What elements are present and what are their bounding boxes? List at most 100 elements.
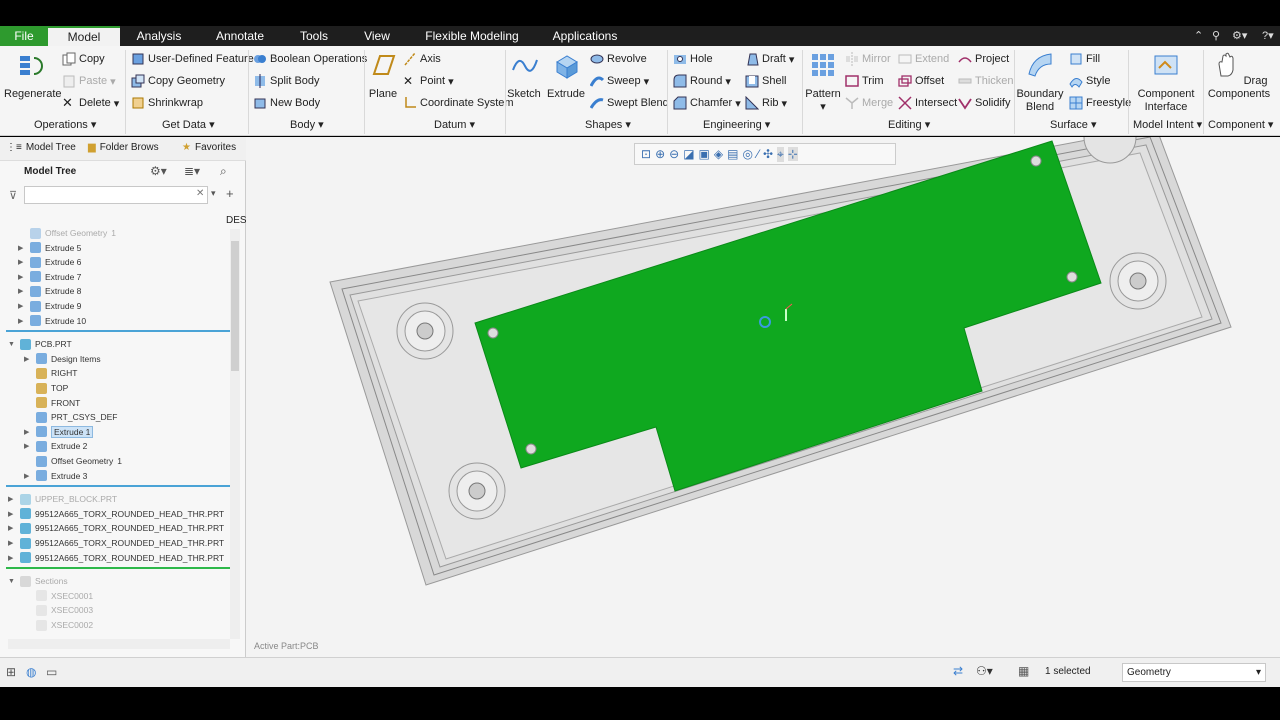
tree-scrollbar[interactable] bbox=[230, 229, 240, 639]
file-menu[interactable]: File bbox=[0, 26, 48, 46]
plane-button[interactable]: Plane bbox=[366, 50, 400, 101]
swept-blend-button[interactable]: Swept Blend bbox=[589, 94, 669, 112]
tree-item-part[interactable]: ▶ 99512A665_TORX_ROUNDED_HEAD_THR.PRT bbox=[8, 507, 224, 521]
fill-button[interactable]: Fill bbox=[1069, 50, 1100, 68]
tree-search-input[interactable] bbox=[24, 186, 208, 204]
paste-button[interactable]: Paste ▾ bbox=[62, 72, 116, 90]
tree-item-feature[interactable]: ▶ Extrude 5 bbox=[18, 241, 81, 255]
browser-icon[interactable]: ◍ bbox=[26, 665, 36, 679]
saved-orientations-icon[interactable]: ◈ bbox=[714, 147, 723, 161]
chamfer-button[interactable]: Chamfer ▾ bbox=[673, 94, 741, 112]
tree-settings-icon[interactable]: ⚙▾ bbox=[150, 164, 167, 178]
binoculars-icon[interactable]: ⚇▾ bbox=[976, 664, 993, 678]
group-surface[interactable]: Surface ▾ bbox=[1050, 118, 1097, 131]
group-model-intent[interactable]: Model Intent ▾ bbox=[1133, 118, 1202, 131]
thicken-button[interactable]: Thicken bbox=[958, 72, 1014, 90]
repaint-icon[interactable]: ◪ bbox=[683, 147, 694, 161]
solidify-button[interactable]: Solidify bbox=[958, 94, 1010, 112]
component-interface-button[interactable]: Component Interface bbox=[1132, 50, 1200, 114]
group-shapes[interactable]: Shapes ▾ bbox=[585, 118, 631, 131]
tree-item-part[interactable]: ▶ 99512A665_TORX_ROUNDED_HEAD_THR.PRT bbox=[8, 551, 224, 565]
offset-button[interactable]: Offset bbox=[898, 72, 944, 90]
hole-button[interactable]: Hole bbox=[673, 50, 713, 68]
expand-icon[interactable]: ▶ bbox=[8, 554, 16, 562]
tree-item-section[interactable]: XSEC0003 bbox=[24, 603, 93, 617]
expand-icon[interactable]: ▶ bbox=[18, 302, 26, 310]
clear-search-icon[interactable]: ✕ bbox=[196, 188, 204, 199]
pattern-button[interactable]: Pattern ▾ bbox=[804, 50, 842, 114]
display-style-icon[interactable]: ▣ bbox=[699, 147, 710, 161]
tree-item-feature[interactable]: ▶ Extrude 10 bbox=[18, 314, 86, 328]
boundary-blend-button[interactable]: Boundary Blend bbox=[1016, 50, 1064, 114]
mounting-boss[interactable] bbox=[1109, 252, 1167, 310]
scrollbar-thumb[interactable] bbox=[231, 241, 239, 371]
group-engineering[interactable]: Engineering ▾ bbox=[703, 118, 770, 131]
intersect-button[interactable]: Intersect bbox=[898, 94, 957, 112]
tree-item-feature[interactable]: ▶ Extrude 2 bbox=[24, 439, 87, 453]
datum-display-icon[interactable]: ⁄ bbox=[757, 147, 759, 161]
tree-item-feature[interactable]: ▶ Extrude 8 bbox=[18, 284, 81, 298]
tab-flexible-modeling[interactable]: Flexible Modeling bbox=[418, 26, 526, 46]
tab-tools[interactable]: Tools bbox=[292, 26, 336, 46]
tab-favorites[interactable]: ★ Favorites bbox=[182, 142, 236, 153]
tab-folder-browser[interactable]: ▆ Folder Brows bbox=[88, 142, 159, 153]
shell-button[interactable]: Shell bbox=[745, 72, 786, 90]
style-button[interactable]: Style bbox=[1069, 72, 1110, 90]
new-body-button[interactable]: New Body bbox=[253, 94, 320, 112]
tree-item-feature[interactable]: PRT_CSYS_DEF bbox=[24, 410, 117, 424]
split-body-button[interactable]: Split Body bbox=[253, 72, 320, 90]
show-navigator-icon[interactable]: ⊞ bbox=[6, 665, 16, 679]
spin-center-icon[interactable]: ⌖ bbox=[777, 146, 784, 162]
expand-icon[interactable]: ▶ bbox=[18, 258, 26, 266]
expand-icon[interactable]: ▶ bbox=[18, 244, 26, 252]
sweep-button[interactable]: Sweep ▾ bbox=[589, 72, 649, 90]
extend-button[interactable]: Extend bbox=[898, 50, 949, 68]
expand-icon[interactable]: ▶ bbox=[18, 273, 26, 281]
group-operations[interactable]: Operations ▾ bbox=[34, 118, 96, 131]
drag-components-button[interactable]: Drag Components bbox=[1206, 50, 1272, 101]
view-manager-icon[interactable]: ▤ bbox=[727, 147, 738, 161]
group-datum[interactable]: Datum ▾ bbox=[434, 118, 475, 131]
full-screen-icon[interactable]: ▭ bbox=[46, 665, 57, 679]
tree-item-feature[interactable]: ▶ Extrude 6 bbox=[18, 255, 81, 269]
group-editing[interactable]: Editing ▾ bbox=[888, 118, 930, 131]
tree-item-feature[interactable]: ▶ Extrude 3 bbox=[24, 469, 87, 483]
tree-item-part[interactable]: ▶ 99512A665_TORX_ROUNDED_HEAD_THR.PRT bbox=[8, 536, 224, 550]
tree-item-pcb-part[interactable]: ▼ PCB.PRT bbox=[8, 337, 72, 351]
delete-button[interactable]: ✕ Delete ▾ bbox=[62, 94, 119, 112]
tree-item-part[interactable]: ▶ UPPER_BLOCK.PRT bbox=[8, 492, 117, 506]
tree-item-section[interactable]: XSEC0002 bbox=[24, 618, 93, 632]
expand-icon[interactable]: ▶ bbox=[8, 539, 16, 547]
help-icon[interactable]: ?▾ bbox=[1262, 26, 1274, 46]
tab-annotate[interactable]: Annotate bbox=[208, 26, 272, 46]
group-component[interactable]: Component ▾ bbox=[1208, 118, 1273, 131]
tree-item-sections[interactable]: ▼ Sections bbox=[8, 574, 68, 588]
copy-geometry-button[interactable]: Copy Geometry bbox=[131, 72, 225, 90]
graphics-viewport[interactable]: ⊡ ⊕ ⊖ ◪ ▣ ◈ ▤ ◎ ⁄ ✣ ⌖ ⊹ Active Part:PCB bbox=[246, 137, 1280, 657]
rib-button[interactable]: Rib ▾ bbox=[745, 94, 787, 112]
round-button[interactable]: Round ▾ bbox=[673, 72, 731, 90]
user-defined-feature-button[interactable]: User-Defined Feature bbox=[131, 50, 254, 68]
tab-applications[interactable]: Applications bbox=[544, 26, 626, 46]
expand-icon[interactable]: ▶ bbox=[24, 442, 32, 450]
refit-icon[interactable]: ⊡ bbox=[641, 147, 651, 161]
insert-indicator[interactable] bbox=[6, 485, 230, 488]
mirror-button[interactable]: Mirror bbox=[845, 50, 891, 68]
tree-item-part[interactable]: ▶ 99512A665_TORX_ROUNDED_HEAD_THR.PRT bbox=[8, 521, 224, 535]
insert-indicator[interactable] bbox=[6, 567, 230, 570]
search-dropdown-icon[interactable]: ▾ bbox=[211, 188, 216, 199]
merge-button[interactable]: Merge bbox=[845, 94, 893, 112]
tree-item-feature[interactable]: ▶ Extrude 9 bbox=[18, 299, 81, 313]
tree-item-feature[interactable]: ▶ Extrude 1 bbox=[24, 425, 94, 439]
mounting-boss[interactable] bbox=[396, 302, 454, 360]
expand-icon[interactable]: ▶ bbox=[8, 524, 16, 532]
regenerate-button[interactable]: Regenerate bbox=[4, 50, 62, 101]
insert-indicator[interactable] bbox=[6, 330, 230, 333]
tree-hscrollbar[interactable] bbox=[8, 639, 230, 649]
add-icon[interactable]: + bbox=[226, 186, 234, 201]
draft-button[interactable]: Draft ▾ bbox=[745, 50, 794, 68]
expand-icon[interactable]: ▶ bbox=[24, 355, 32, 363]
tree-item-feature[interactable]: RIGHT bbox=[24, 366, 77, 380]
shrinkwrap-button[interactable]: Shrinkwrap bbox=[131, 94, 203, 112]
expand-icon[interactable]: ▶ bbox=[24, 472, 32, 480]
